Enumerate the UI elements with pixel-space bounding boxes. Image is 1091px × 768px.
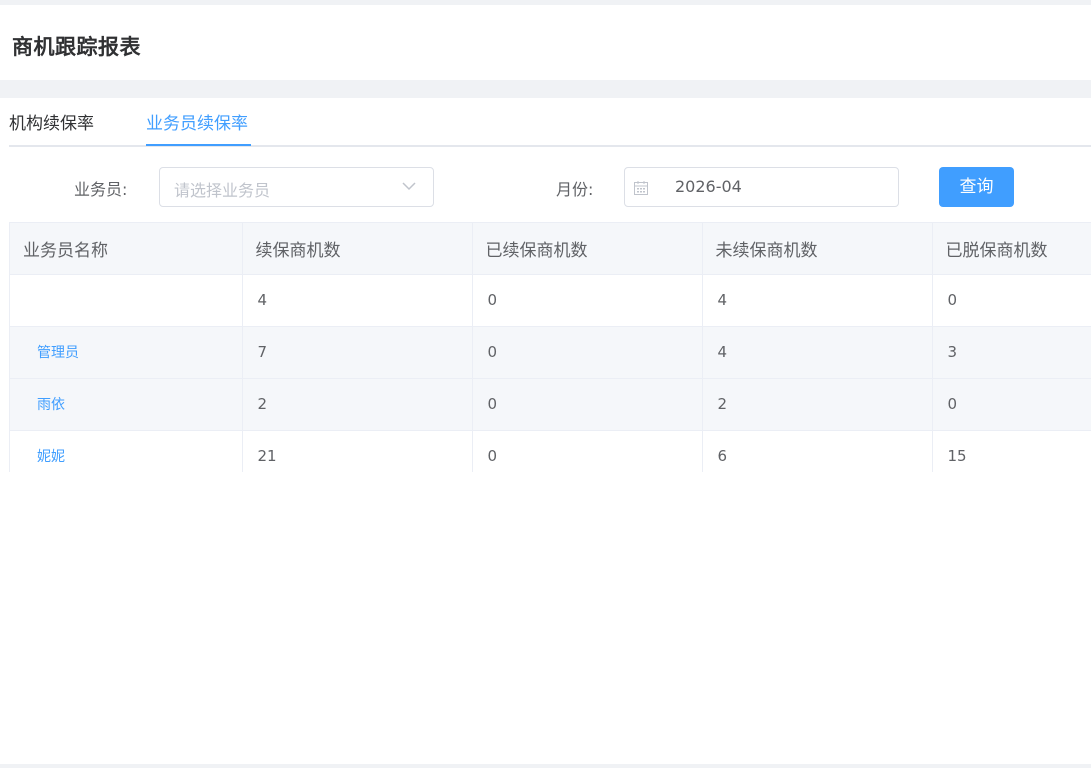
- column-header-lapsed[interactable]: 已脱保商机数: [932, 223, 1091, 275]
- salesperson-select-placeholder: 请选择业务员: [174, 181, 271, 200]
- renewed-cell: 0: [472, 378, 703, 431]
- query-button[interactable]: 查询: [939, 167, 1014, 207]
- table-row: 妮妮 21 0 6 15: [10, 430, 1091, 472]
- salesperson-name-cell[interactable]: 雨依: [10, 378, 243, 431]
- renewed-cell: 0: [472, 430, 703, 472]
- bottom-strip: [0, 764, 1091, 768]
- column-header-salesperson-name[interactable]: 业务员名称: [10, 223, 243, 275]
- salesperson-name-cell[interactable]: 妮妮: [10, 430, 243, 472]
- renewal-total-cell: 21: [242, 430, 473, 472]
- renewal-total-cell: 4: [242, 274, 473, 327]
- lapsed-cell: 0: [932, 274, 1091, 327]
- salesperson-select[interactable]: 请选择业务员: [159, 167, 434, 207]
- renewal-total-cell: 7: [242, 326, 473, 379]
- active-tab-indicator: [146, 144, 251, 146]
- not-renewed-cell: 2: [702, 378, 933, 431]
- column-header-renewed[interactable]: 已续保商机数: [472, 223, 703, 275]
- page-header: 商机跟踪报表: [0, 5, 1091, 80]
- tab-bar: 机构续保率 业务员续保率: [9, 98, 1091, 147]
- page-title: 商机跟踪报表: [12, 35, 141, 59]
- month-value: 2026-04: [675, 177, 742, 196]
- tab-salesperson-renewal-rate[interactable]: 业务员续保率: [146, 113, 248, 135]
- renewal-total-cell: 2: [242, 378, 473, 431]
- table-header-row: 业务员名称 续保商机数 已续保商机数 未续保商机数 已脱保商机数: [10, 223, 1091, 275]
- table-row: 雨依 2 0 2 0: [10, 378, 1091, 431]
- month-label: 月份:: [556, 180, 594, 199]
- section-gap: [0, 80, 1091, 98]
- salesperson-name-cell[interactable]: 管理员: [10, 326, 243, 379]
- chevron-down-icon: [402, 182, 416, 191]
- salesperson-name-cell[interactable]: [10, 274, 243, 327]
- tab-org-renewal-rate[interactable]: 机构续保率: [9, 113, 94, 135]
- column-header-not-renewed[interactable]: 未续保商机数: [702, 223, 933, 275]
- renewed-cell: 0: [472, 274, 703, 327]
- lapsed-cell: 15: [932, 430, 1091, 472]
- not-renewed-cell: 6: [702, 430, 933, 472]
- month-picker[interactable]: 2026-04: [624, 167, 899, 207]
- table-row: 管理员 7 0 4 3: [10, 326, 1091, 379]
- lapsed-cell: 0: [932, 378, 1091, 431]
- salesperson-label: 业务员:: [74, 180, 128, 199]
- lapsed-cell: 3: [932, 326, 1091, 379]
- renewal-table: 业务员名称 续保商机数 已续保商机数 未续保商机数 已脱保商机数 4 0 4 0…: [9, 222, 1091, 472]
- calendar-icon: [634, 181, 648, 195]
- not-renewed-cell: 4: [702, 326, 933, 379]
- renewed-cell: 0: [472, 326, 703, 379]
- not-renewed-cell: 4: [702, 274, 933, 327]
- table-row: 4 0 4 0: [10, 274, 1091, 327]
- column-header-renewal-total[interactable]: 续保商机数: [242, 223, 473, 275]
